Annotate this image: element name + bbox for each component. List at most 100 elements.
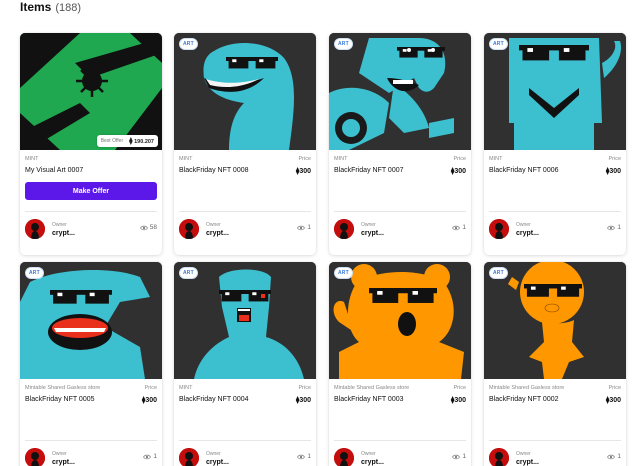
- nft-artwork: [20, 262, 162, 379]
- owner-name[interactable]: crypt...: [206, 230, 229, 237]
- nft-card[interactable]: ART MINT BlackFriday NFT 0006 Price ⧫300…: [484, 33, 626, 255]
- owner-row[interactable]: Owner crypt... 1: [179, 218, 311, 240]
- art-badge: ART: [179, 38, 198, 50]
- nft-price: ⧫300: [605, 168, 621, 175]
- nft-name[interactable]: BlackFriday NFT 0002: [489, 396, 621, 403]
- items-count: (188): [55, 2, 82, 14]
- price-label: Price: [453, 156, 466, 162]
- view-count: 1: [297, 224, 311, 231]
- card-divider: [179, 211, 311, 212]
- avatar[interactable]: [334, 448, 354, 466]
- owner-avatar-icon: [179, 219, 199, 239]
- best-offer-label: Best Offer: [100, 138, 124, 144]
- nft-image[interactable]: Best Offer ⧫ 190.207: [20, 33, 162, 150]
- art-badge: ART: [179, 267, 198, 279]
- nft-card[interactable]: ART MINT BlackFriday NFT 0004 Price ⧫300…: [174, 262, 316, 466]
- best-offer-chip: Best Offer ⧫ 190.207: [96, 135, 158, 147]
- owner-name[interactable]: crypt...: [52, 230, 75, 237]
- nft-name[interactable]: BlackFriday NFT 0004: [179, 396, 311, 403]
- nft-image[interactable]: ART: [174, 262, 316, 379]
- nft-card[interactable]: Best Offer ⧫ 190.207 MINT My Visual Art …: [20, 33, 162, 255]
- nft-image[interactable]: ART: [484, 33, 626, 150]
- owner-avatar-icon: [25, 219, 45, 239]
- card-divider: [25, 211, 157, 212]
- owner-name[interactable]: crypt...: [361, 459, 384, 466]
- nft-category: MINT: [25, 156, 39, 162]
- avatar[interactable]: [25, 448, 45, 466]
- card-divider: [179, 440, 311, 441]
- nft-card[interactable]: ART MINT BlackFriday NFT 0007 Price ⧫300…: [329, 33, 471, 255]
- nft-image[interactable]: ART: [329, 33, 471, 150]
- nft-card[interactable]: ART Mintable Shared Gasless store BlackF…: [20, 262, 162, 466]
- nft-artwork: [20, 33, 162, 150]
- nft-info: MINT My Visual Art 0007 Make Offer: [20, 150, 162, 206]
- price-label: Price: [608, 156, 621, 162]
- nft-name[interactable]: BlackFriday NFT 0006: [489, 167, 621, 174]
- eth-icon: ⧫: [129, 138, 133, 145]
- nft-image[interactable]: ART: [20, 262, 162, 379]
- view-count: 1: [297, 453, 311, 460]
- card-divider: [489, 440, 621, 441]
- nft-artwork: [174, 33, 316, 150]
- art-badge: ART: [25, 267, 44, 279]
- owner-name[interactable]: crypt...: [516, 230, 539, 237]
- owner-avatar-icon: [489, 448, 509, 466]
- nft-price: ⧫300: [295, 168, 311, 175]
- art-badge: ART: [334, 267, 353, 279]
- owner-row[interactable]: Owner crypt... 1: [489, 218, 621, 240]
- nft-info: Mintable Shared Gasless store BlackFrida…: [329, 379, 471, 435]
- owner-row[interactable]: Owner crypt... 1: [25, 447, 157, 466]
- art-badge: ART: [489, 267, 508, 279]
- nft-price: ⧫300: [450, 168, 466, 175]
- owner-name[interactable]: crypt...: [52, 459, 75, 466]
- eye-icon: [607, 454, 616, 459]
- avatar[interactable]: [25, 219, 45, 239]
- view-count: 58: [139, 224, 157, 231]
- eye-icon: [143, 454, 152, 459]
- owner-avatar-icon: [334, 219, 354, 239]
- nft-card[interactable]: ART MINT BlackFriday NFT 0008 Price ⧫300…: [174, 33, 316, 255]
- avatar[interactable]: [179, 219, 199, 239]
- nft-price: ⧫300: [141, 397, 157, 404]
- owner-name[interactable]: crypt...: [361, 230, 384, 237]
- owner-label: Owner: [52, 450, 67, 457]
- nft-image[interactable]: ART: [484, 262, 626, 379]
- view-count: 1: [452, 224, 466, 231]
- card-divider: [334, 440, 466, 441]
- owner-row[interactable]: Owner crypt... 1: [489, 447, 621, 466]
- nft-category: MINT: [179, 156, 193, 162]
- nft-image[interactable]: ART: [174, 33, 316, 150]
- owner-label: Owner: [516, 221, 531, 228]
- owner-label: Owner: [52, 221, 67, 228]
- nft-card[interactable]: ART Mintable Shared Gasless store BlackF…: [329, 262, 471, 466]
- nft-info: MINT BlackFriday NFT 0008 Price ⧫300: [174, 150, 316, 206]
- avatar[interactable]: [489, 448, 509, 466]
- price-label: Price: [298, 385, 311, 391]
- owner-row[interactable]: Owner crypt... 58: [25, 218, 157, 240]
- owner-row[interactable]: Owner crypt... 1: [179, 447, 311, 466]
- eye-icon: [452, 454, 461, 459]
- nft-info: MINT BlackFriday NFT 0007 Price ⧫300: [329, 150, 471, 206]
- owner-name[interactable]: crypt...: [206, 459, 229, 466]
- nft-name[interactable]: BlackFriday NFT 0003: [334, 396, 466, 403]
- avatar[interactable]: [334, 219, 354, 239]
- nft-name[interactable]: My Visual Art 0007: [25, 167, 157, 174]
- owner-label: Owner: [206, 450, 221, 457]
- nft-category: Mintable Shared Gasless store: [334, 385, 410, 391]
- nft-artwork: [329, 262, 471, 379]
- nft-image[interactable]: ART: [329, 262, 471, 379]
- owner-row[interactable]: Owner crypt... 1: [334, 218, 466, 240]
- nft-info: Mintable Shared Gasless store BlackFrida…: [484, 379, 626, 435]
- nft-card[interactable]: ART Mintable Shared Gasless store BlackF…: [484, 262, 626, 466]
- owner-name[interactable]: crypt...: [516, 459, 539, 466]
- nft-name[interactable]: BlackFriday NFT 0008: [179, 167, 311, 174]
- nft-name[interactable]: BlackFriday NFT 0007: [334, 167, 466, 174]
- price-label: Price: [144, 385, 157, 391]
- avatar[interactable]: [179, 448, 199, 466]
- nft-name[interactable]: BlackFriday NFT 0005: [25, 396, 157, 403]
- avatar[interactable]: [489, 219, 509, 239]
- owner-row[interactable]: Owner crypt... 1: [334, 447, 466, 466]
- owner-avatar-icon: [179, 448, 199, 466]
- items-title: Items: [20, 0, 52, 14]
- make-offer-button[interactable]: Make Offer: [25, 182, 157, 200]
